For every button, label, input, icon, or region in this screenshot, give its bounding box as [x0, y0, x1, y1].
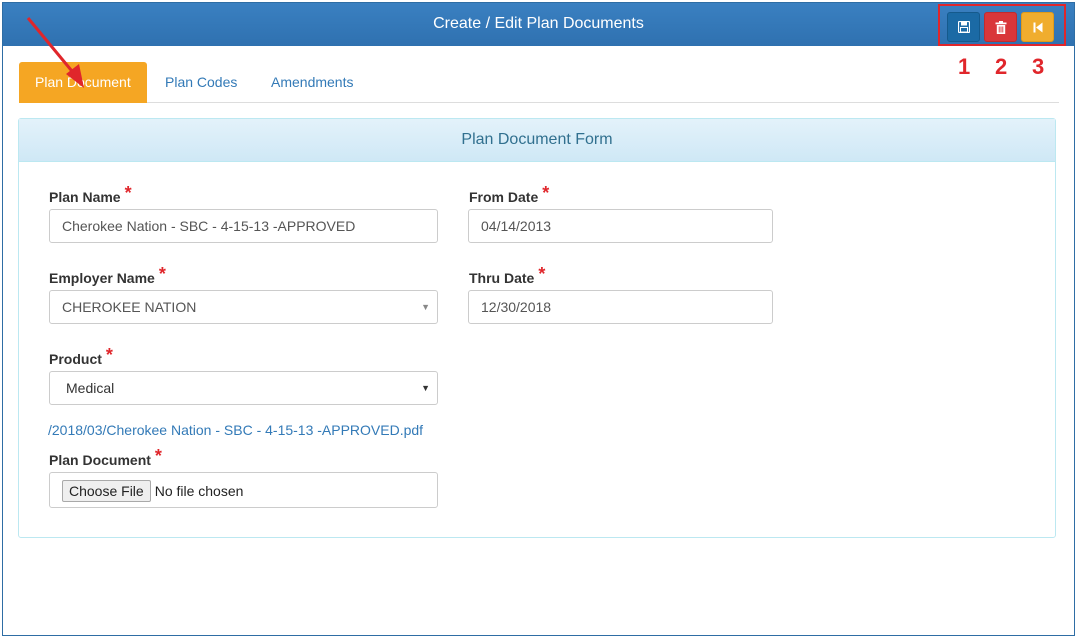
- panel-heading: Plan Document Form: [19, 119, 1055, 162]
- employer-name-label: Employer Name *: [49, 264, 166, 288]
- plan-name-label-text: Plan Name: [49, 189, 121, 205]
- annotation-number-2: 2: [995, 54, 1008, 79]
- annotation-arrow-icon: [26, 17, 84, 88]
- annotation-number-3: 3: [1032, 54, 1045, 79]
- title-bar: Create / Edit Plan Documents: [3, 3, 1074, 46]
- file-status-text: No file chosen: [154, 483, 244, 500]
- product-label-text: Product: [49, 351, 102, 367]
- required-marker: *: [158, 264, 166, 284]
- skip-back-icon: [1033, 22, 1042, 32]
- trash-icon: [995, 20, 1006, 34]
- plan-document-label-text: Plan Document: [49, 452, 151, 468]
- required-marker: *: [538, 264, 546, 284]
- plan-name-value: Cherokee Nation - SBC - 4-15-13 -APPROVE…: [62, 218, 356, 234]
- from-date-label-text: From Date: [469, 189, 539, 205]
- from-date-label: From Date *: [469, 183, 550, 207]
- employer-name-value: CHEROKEE NATION: [62, 299, 197, 315]
- product-label: Product *: [49, 345, 113, 369]
- employer-name-select[interactable]: CHEROKEE NATION ▼: [49, 290, 438, 324]
- window-title: Create / Edit Plan Documents: [433, 15, 644, 32]
- thru-date-input[interactable]: 12/30/2018: [468, 290, 773, 324]
- thru-date-label-text: Thru Date: [469, 270, 535, 286]
- floppy-disk-icon: [957, 21, 970, 33]
- plan-name-label: Plan Name *: [49, 183, 132, 207]
- required-marker: *: [124, 183, 132, 203]
- choose-file-button[interactable]: Choose File: [62, 480, 151, 503]
- plan-document-file-input: Choose File No file chosen: [49, 472, 438, 508]
- back-button[interactable]: [1021, 12, 1054, 42]
- plan-document-label: Plan Document *: [49, 446, 162, 470]
- annotation-number-1: 1: [958, 54, 971, 79]
- required-marker: *: [105, 345, 113, 365]
- annotation-highlight-box: [938, 4, 1066, 46]
- chevron-down-icon: ▼: [421, 302, 430, 312]
- thru-date-value: 12/30/2018: [481, 299, 552, 315]
- tab-bar: Plan Document Plan Codes Amendments: [19, 61, 1059, 103]
- employer-name-label-text: Employer Name: [49, 270, 155, 286]
- product-select[interactable]: Medical ▼: [49, 371, 438, 405]
- tab-amendments[interactable]: Amendments: [255, 62, 369, 103]
- save-button[interactable]: [947, 12, 980, 42]
- from-date-value: 04/14/2013: [481, 218, 552, 234]
- required-marker: *: [542, 183, 550, 203]
- product-value: Medical: [66, 380, 115, 396]
- delete-button[interactable]: [984, 12, 1017, 42]
- tab-plan-codes[interactable]: Plan Codes: [149, 62, 253, 103]
- plan-document-file-link[interactable]: /2018/03/Cherokee Nation - SBC - 4-15-13…: [48, 422, 423, 438]
- required-marker: *: [154, 446, 162, 466]
- chevron-down-icon: ▼: [421, 383, 430, 393]
- plan-name-input[interactable]: Cherokee Nation - SBC - 4-15-13 -APPROVE…: [49, 209, 438, 243]
- from-date-input[interactable]: 04/14/2013: [468, 209, 773, 243]
- thru-date-label: Thru Date *: [469, 264, 546, 288]
